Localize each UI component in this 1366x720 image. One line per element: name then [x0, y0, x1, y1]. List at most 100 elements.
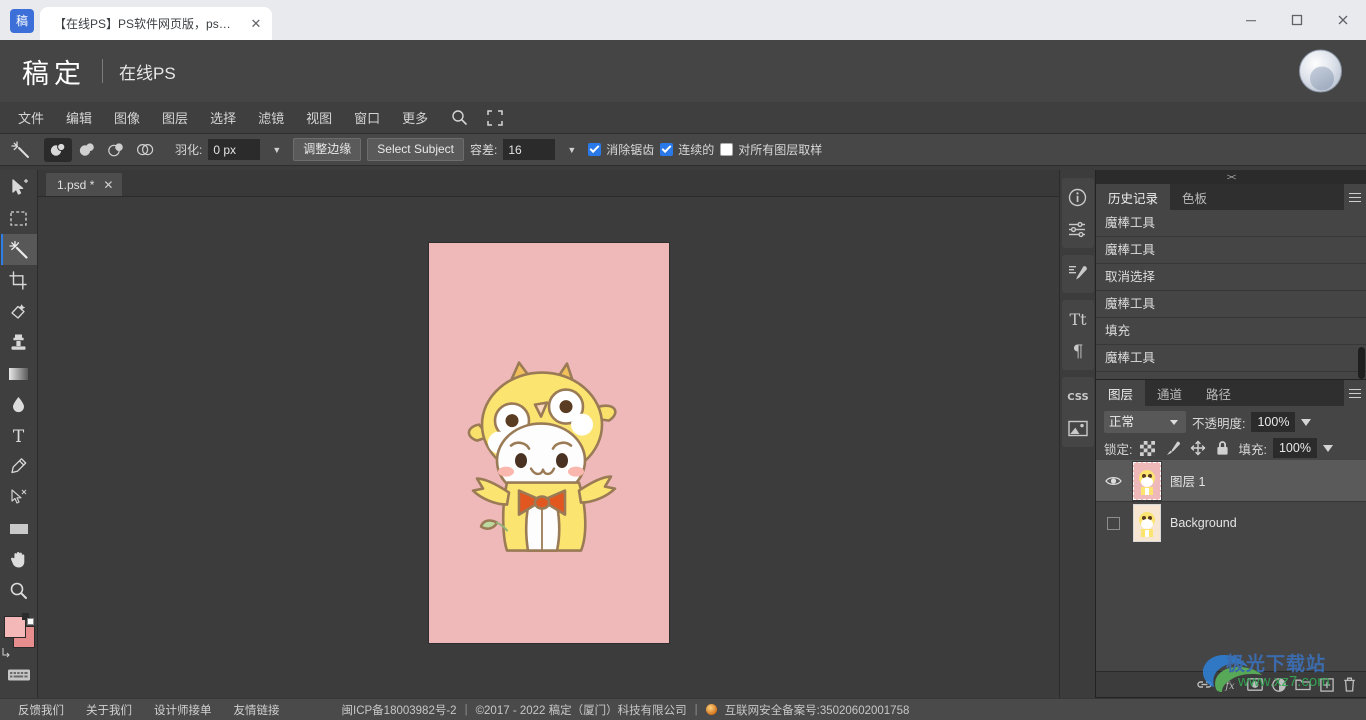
contiguous-checkbox[interactable]: 连续的 [660, 141, 714, 158]
refine-edge-button[interactable]: 调整边缘 [293, 138, 362, 161]
blur-tool[interactable] [1, 389, 37, 420]
layer-effects-icon[interactable]: fx [1222, 678, 1238, 692]
new-layer-icon[interactable] [1320, 677, 1334, 692]
history-item[interactable]: 魔棒工具 [1096, 291, 1366, 318]
canvas-document[interactable] [428, 243, 669, 643]
tab-paths[interactable]: 路径 [1194, 380, 1243, 406]
lock-all-icon[interactable] [1213, 439, 1232, 457]
css-icon[interactable]: CSS [1063, 380, 1093, 412]
blend-mode-select[interactable]: 正常 [1104, 411, 1186, 433]
footer-security-record[interactable]: 互联网安全备案号:35020602001758 [725, 702, 910, 718]
history-item[interactable]: 魔棒工具 [1096, 237, 1366, 264]
layer-thumbnail[interactable] [1132, 460, 1162, 501]
keyboard-icon[interactable] [1, 660, 37, 690]
fill-slider-icon[interactable] [1322, 444, 1333, 452]
tab-swatches[interactable]: 色板 [1170, 184, 1219, 210]
history-item[interactable]: 取消选择 [1096, 264, 1366, 291]
zoom-tool[interactable] [1, 575, 37, 606]
new-group-icon[interactable] [1295, 678, 1311, 691]
hand-tool[interactable] [1, 544, 37, 575]
path-selection-tool[interactable] [1, 482, 37, 513]
tolerance-dropdown-icon[interactable]: ▼ [561, 145, 582, 155]
menu-item-window[interactable]: 窗口 [344, 103, 390, 132]
adjustments-icon[interactable] [1063, 213, 1093, 245]
character-icon[interactable]: Tt [1063, 303, 1093, 335]
history-panel-menu-icon[interactable] [1344, 184, 1366, 210]
patch-tool[interactable] [1, 296, 37, 327]
anti-alias-box[interactable] [588, 143, 602, 156]
document-tab[interactable]: 1.psd * ✕ [46, 173, 123, 196]
adjustment-layer-icon[interactable] [1272, 677, 1286, 692]
history-item[interactable]: 填充 [1096, 318, 1366, 345]
type-tool[interactable]: T [1, 420, 37, 451]
fullscreen-icon[interactable] [480, 105, 510, 131]
image-icon[interactable] [1063, 412, 1093, 444]
maximize-button[interactable] [1274, 0, 1320, 40]
footer-link-about[interactable]: 关于我们 [86, 702, 132, 718]
tab-history[interactable]: 历史记录 [1096, 184, 1171, 210]
menu-item-layer[interactable]: 图层 [152, 103, 198, 132]
footer-link-partners[interactable]: 友情链接 [234, 702, 280, 718]
info-icon[interactable] [1063, 181, 1093, 213]
document-tab-close-icon[interactable]: ✕ [103, 178, 113, 192]
select-subject-button[interactable]: Select Subject [367, 138, 464, 161]
feather-dropdown-icon[interactable]: ▼ [266, 145, 287, 155]
magic-wand-tool[interactable] [0, 234, 37, 265]
menu-item-select[interactable]: 选择 [200, 103, 246, 132]
tab-close-icon[interactable]: ✕ [248, 16, 264, 32]
history-item[interactable]: 魔棒工具 [1096, 345, 1366, 372]
shape-tool[interactable] [1, 513, 37, 544]
footer-icp[interactable]: 闽ICP备18003982号-2 [342, 702, 457, 718]
footer-link-designers[interactable]: 设计师接单 [154, 702, 212, 718]
layer-visibility-toggle[interactable] [1102, 475, 1124, 487]
default-colors-icon[interactable] [21, 613, 35, 625]
contiguous-box[interactable] [660, 143, 674, 156]
menu-item-more[interactable]: 更多 [392, 103, 438, 132]
layer-mask-icon[interactable] [1247, 678, 1263, 691]
minimize-button[interactable] [1228, 0, 1274, 40]
tolerance-input[interactable] [503, 139, 556, 160]
sample-all-layers-checkbox[interactable]: 对所有图层取样 [720, 141, 822, 158]
anti-alias-checkbox[interactable]: 消除锯齿 [588, 141, 654, 158]
tab-layers[interactable]: 图层 [1096, 380, 1146, 406]
layers-panel-menu-icon[interactable] [1344, 380, 1366, 406]
canvas-horizontal-scrollbar[interactable] [38, 689, 1059, 698]
collapse-panel-icon[interactable]: >< [1096, 170, 1366, 184]
canvas-area[interactable] [38, 197, 1059, 689]
lock-image-pixels-icon[interactable] [1163, 439, 1182, 457]
color-swatches[interactable] [1, 612, 37, 658]
layer-row[interactable]: 图层 1 [1096, 460, 1366, 502]
gradient-tool[interactable] [1, 358, 37, 389]
layer-thumbnail[interactable] [1133, 504, 1161, 542]
link-layers-icon[interactable] [1196, 679, 1213, 690]
menu-item-image[interactable]: 图像 [104, 103, 150, 132]
rectangular-marquee-tool[interactable] [1, 203, 37, 234]
app-logo[interactable]: 稿定 [22, 52, 86, 91]
crop-tool[interactable] [1, 265, 37, 296]
opacity-value[interactable]: 100% [1251, 412, 1296, 432]
eye-off-icon[interactable] [1106, 516, 1120, 530]
brush-settings-icon[interactable] [1063, 258, 1093, 290]
paragraph-icon[interactable]: ¶ [1063, 335, 1093, 367]
opacity-slider-icon[interactable] [1301, 418, 1312, 426]
fill-value[interactable]: 100% [1272, 438, 1317, 458]
clone-stamp-tool[interactable] [1, 327, 37, 358]
avatar[interactable] [1299, 49, 1342, 93]
history-item[interactable]: 魔棒工具 [1096, 210, 1366, 237]
pen-tool[interactable] [1, 451, 37, 482]
layer-visibility-toggle[interactable] [1102, 516, 1124, 530]
menu-item-file[interactable]: 文件 [8, 103, 54, 132]
canvas-vertical-scrollbar[interactable] [1050, 197, 1059, 689]
menu-item-view[interactable]: 视图 [296, 103, 342, 132]
layer-row[interactable]: Background [1096, 502, 1366, 544]
menu-item-filter[interactable]: 滤镜 [248, 103, 294, 132]
lock-transparent-pixels-icon[interactable] [1138, 439, 1157, 457]
footer-link-feedback[interactable]: 反馈我们 [18, 702, 64, 718]
history-list[interactable]: 魔棒工具 魔棒工具 取消选择 魔棒工具 填充 魔棒工具 [1096, 210, 1366, 379]
delete-layer-icon[interactable] [1343, 677, 1356, 692]
menu-item-edit[interactable]: 编辑 [56, 103, 102, 132]
lock-position-icon[interactable] [1188, 439, 1207, 457]
intersect-selection-button[interactable] [131, 138, 159, 162]
sample-all-layers-box[interactable] [720, 143, 734, 156]
layer-list[interactable]: 图层 1 Background [1096, 460, 1366, 671]
